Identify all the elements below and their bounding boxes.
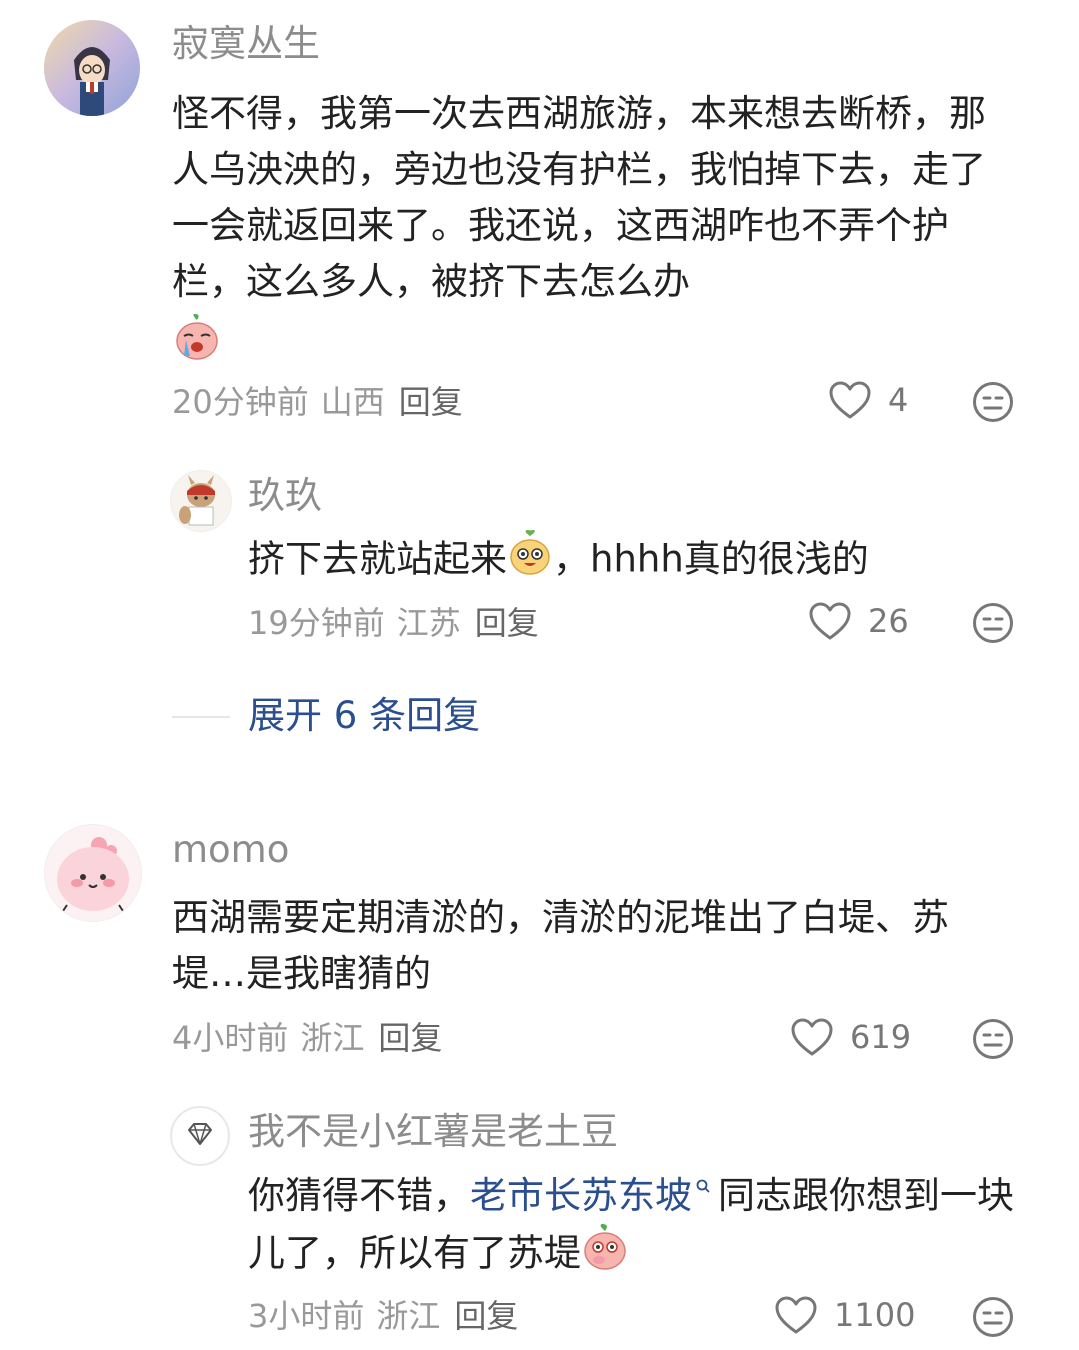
reply-text-before: 你猜得不错， bbox=[248, 1174, 470, 1217]
dislike-button[interactable] bbox=[972, 381, 1014, 427]
meh-face-icon bbox=[973, 1297, 1013, 1337]
dislike-button[interactable] bbox=[972, 1018, 1014, 1064]
like-button[interactable]: 26 bbox=[808, 601, 909, 641]
location: 浙江 bbox=[376, 1297, 441, 1335]
diamond-icon bbox=[188, 1123, 212, 1145]
heart-icon bbox=[809, 602, 851, 640]
comment-text: 西湖需要定期清淤的，清淤的泥堆出了白堤、苏堤…是我瞎猜的 bbox=[172, 896, 949, 995]
meh-face-icon bbox=[973, 1019, 1013, 1059]
heart-icon bbox=[791, 1018, 833, 1056]
location: 江苏 bbox=[396, 604, 461, 642]
timestamp: 3小时前 bbox=[248, 1297, 365, 1335]
meh-face-icon bbox=[973, 382, 1013, 422]
reply-button[interactable]: 回复 bbox=[475, 604, 539, 642]
mention-link[interactable]: 老市长苏东坡 bbox=[470, 1174, 718, 1217]
expand-replies-button[interactable]: 展开 6 条回复 bbox=[248, 694, 480, 738]
dislike-button[interactable] bbox=[972, 602, 1014, 648]
reply-button[interactable]: 回复 bbox=[399, 383, 463, 421]
comment-meta: 20分钟前 山西 回复 bbox=[172, 382, 463, 422]
username[interactable]: 玖玖 bbox=[248, 474, 322, 518]
meh-face-icon bbox=[973, 603, 1013, 643]
reply-meta: 3小时前 浙江 回复 bbox=[248, 1296, 518, 1336]
timestamp: 20分钟前 bbox=[172, 383, 309, 421]
comment-text: 怪不得，我第一次去西湖旅游，本来想去断桥，那人乌泱泱的，旁边也没有护栏，我怕掉下… bbox=[172, 86, 1022, 378]
like-count: 26 bbox=[868, 602, 909, 640]
location: 浙江 bbox=[300, 1019, 365, 1057]
username[interactable]: 寂寞丛生 bbox=[172, 22, 320, 66]
dislike-button[interactable] bbox=[972, 1296, 1014, 1342]
reply-text-before: 挤下去就站起来 bbox=[248, 537, 507, 581]
username[interactable]: momo bbox=[172, 828, 289, 872]
location: 山西 bbox=[320, 383, 385, 421]
comment-text-content: 怪不得，我第一次去西湖旅游，本来想去断桥，那人乌泱泱的，旁边也没有护栏，我怕掉下… bbox=[172, 92, 986, 303]
avatar[interactable] bbox=[44, 824, 142, 922]
search-icon bbox=[696, 1179, 710, 1193]
reply-button[interactable]: 回复 bbox=[378, 1019, 442, 1057]
timestamp: 19分钟前 bbox=[248, 604, 385, 642]
comment-meta: 4小时前 浙江 回复 bbox=[172, 1018, 442, 1058]
expand-divider bbox=[172, 716, 230, 718]
reply-text-after: ，hhhh真的很浅的 bbox=[553, 537, 869, 581]
reply-text: 挤下去就站起来 ，hhhh真的很浅的 bbox=[248, 530, 1028, 592]
reply-meta: 19分钟前 江苏 回复 bbox=[248, 603, 539, 643]
like-count: 619 bbox=[850, 1018, 912, 1056]
heart-icon bbox=[829, 381, 871, 419]
crying-peach-emoji bbox=[172, 312, 222, 378]
reply-button[interactable]: 回复 bbox=[454, 1297, 518, 1335]
thinking-peach-emoji bbox=[581, 1224, 629, 1286]
avatar[interactable] bbox=[44, 20, 140, 116]
mention-link-text: 老市长苏东坡 bbox=[470, 1174, 692, 1217]
heart-icon bbox=[775, 1296, 817, 1334]
laughing-peach-emoji bbox=[507, 530, 553, 592]
like-button[interactable]: 4 bbox=[828, 380, 908, 420]
timestamp: 4小时前 bbox=[172, 1019, 289, 1057]
like-count: 4 bbox=[888, 381, 909, 419]
avatar[interactable] bbox=[170, 470, 232, 532]
like-button[interactable]: 619 bbox=[790, 1017, 911, 1057]
like-count: 1100 bbox=[834, 1296, 916, 1334]
username[interactable]: 我不是小红薯是老土豆 bbox=[248, 1110, 618, 1154]
reply-text: 你猜得不错，老市长苏东坡 同志跟你想到一块儿了，所以有了苏堤 bbox=[248, 1168, 1028, 1286]
avatar[interactable] bbox=[170, 1106, 230, 1166]
like-button[interactable]: 1100 bbox=[774, 1295, 915, 1335]
